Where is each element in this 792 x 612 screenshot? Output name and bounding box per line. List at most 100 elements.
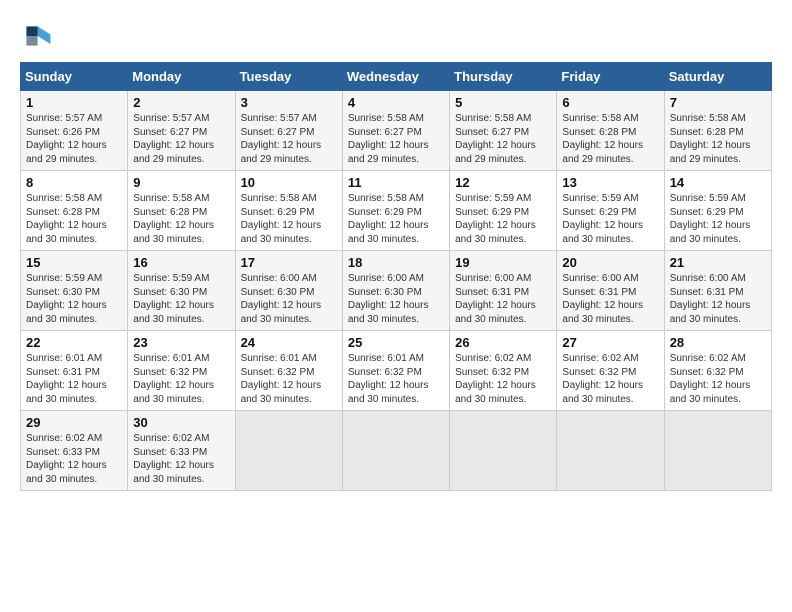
day-number: 10 <box>241 175 337 190</box>
day-info: Sunrise: 6:01 AM Sunset: 6:32 PM Dayligh… <box>133 352 229 406</box>
day-info: Sunrise: 5:57 AM Sunset: 6:27 PM Dayligh… <box>133 112 229 166</box>
header-day-wednesday: Wednesday <box>342 63 449 91</box>
calendar-table: SundayMondayTuesdayWednesdayThursdayFrid… <box>20 62 772 491</box>
day-number: 16 <box>133 255 229 270</box>
week-row-5: 29 Sunrise: 6:02 AM Sunset: 6:33 PM Dayl… <box>21 411 772 491</box>
day-info: Sunrise: 6:02 AM Sunset: 6:32 PM Dayligh… <box>455 352 551 406</box>
day-number: 4 <box>348 95 444 110</box>
day-info: Sunrise: 6:00 AM Sunset: 6:31 PM Dayligh… <box>455 272 551 326</box>
day-info: Sunrise: 5:58 AM Sunset: 6:27 PM Dayligh… <box>455 112 551 166</box>
calendar-cell <box>557 411 664 491</box>
calendar-cell: 13 Sunrise: 5:59 AM Sunset: 6:29 PM Dayl… <box>557 171 664 251</box>
calendar-cell: 19 Sunrise: 6:00 AM Sunset: 6:31 PM Dayl… <box>450 251 557 331</box>
day-number: 30 <box>133 415 229 430</box>
day-info: Sunrise: 5:58 AM Sunset: 6:29 PM Dayligh… <box>241 192 337 246</box>
calendar-cell: 9 Sunrise: 5:58 AM Sunset: 6:28 PM Dayli… <box>128 171 235 251</box>
day-number: 27 <box>562 335 658 350</box>
calendar-body: 1 Sunrise: 5:57 AM Sunset: 6:26 PM Dayli… <box>21 91 772 491</box>
calendar-cell: 21 Sunrise: 6:00 AM Sunset: 6:31 PM Dayl… <box>664 251 771 331</box>
day-number: 13 <box>562 175 658 190</box>
calendar-cell: 18 Sunrise: 6:00 AM Sunset: 6:30 PM Dayl… <box>342 251 449 331</box>
day-number: 7 <box>670 95 766 110</box>
day-number: 19 <box>455 255 551 270</box>
day-info: Sunrise: 6:02 AM Sunset: 6:33 PM Dayligh… <box>26 432 122 486</box>
calendar-cell: 11 Sunrise: 5:58 AM Sunset: 6:29 PM Dayl… <box>342 171 449 251</box>
calendar-cell: 25 Sunrise: 6:01 AM Sunset: 6:32 PM Dayl… <box>342 331 449 411</box>
calendar-cell: 27 Sunrise: 6:02 AM Sunset: 6:32 PM Dayl… <box>557 331 664 411</box>
calendar-cell: 14 Sunrise: 5:59 AM Sunset: 6:29 PM Dayl… <box>664 171 771 251</box>
calendar-cell: 22 Sunrise: 6:01 AM Sunset: 6:31 PM Dayl… <box>21 331 128 411</box>
calendar-header: SundayMondayTuesdayWednesdayThursdayFrid… <box>21 63 772 91</box>
day-number: 6 <box>562 95 658 110</box>
day-info: Sunrise: 5:59 AM Sunset: 6:29 PM Dayligh… <box>562 192 658 246</box>
day-number: 18 <box>348 255 444 270</box>
day-info: Sunrise: 5:57 AM Sunset: 6:27 PM Dayligh… <box>241 112 337 166</box>
calendar-cell: 4 Sunrise: 5:58 AM Sunset: 6:27 PM Dayli… <box>342 91 449 171</box>
logo <box>20 20 58 52</box>
week-row-1: 1 Sunrise: 5:57 AM Sunset: 6:26 PM Dayli… <box>21 91 772 171</box>
day-number: 25 <box>348 335 444 350</box>
day-info: Sunrise: 6:01 AM Sunset: 6:32 PM Dayligh… <box>348 352 444 406</box>
day-info: Sunrise: 6:02 AM Sunset: 6:33 PM Dayligh… <box>133 432 229 486</box>
day-info: Sunrise: 6:01 AM Sunset: 6:32 PM Dayligh… <box>241 352 337 406</box>
calendar-cell: 17 Sunrise: 6:00 AM Sunset: 6:30 PM Dayl… <box>235 251 342 331</box>
calendar-cell: 8 Sunrise: 5:58 AM Sunset: 6:28 PM Dayli… <box>21 171 128 251</box>
day-info: Sunrise: 5:59 AM Sunset: 6:30 PM Dayligh… <box>133 272 229 326</box>
day-info: Sunrise: 5:58 AM Sunset: 6:29 PM Dayligh… <box>348 192 444 246</box>
day-number: 26 <box>455 335 551 350</box>
day-number: 9 <box>133 175 229 190</box>
day-info: Sunrise: 5:59 AM Sunset: 6:29 PM Dayligh… <box>455 192 551 246</box>
calendar-cell: 16 Sunrise: 5:59 AM Sunset: 6:30 PM Dayl… <box>128 251 235 331</box>
day-info: Sunrise: 5:59 AM Sunset: 6:29 PM Dayligh… <box>670 192 766 246</box>
calendar-cell: 23 Sunrise: 6:01 AM Sunset: 6:32 PM Dayl… <box>128 331 235 411</box>
day-number: 29 <box>26 415 122 430</box>
day-info: Sunrise: 6:00 AM Sunset: 6:30 PM Dayligh… <box>348 272 444 326</box>
calendar-cell: 29 Sunrise: 6:02 AM Sunset: 6:33 PM Dayl… <box>21 411 128 491</box>
header-day-thursday: Thursday <box>450 63 557 91</box>
day-info: Sunrise: 5:58 AM Sunset: 6:28 PM Dayligh… <box>26 192 122 246</box>
day-number: 15 <box>26 255 122 270</box>
day-info: Sunrise: 5:58 AM Sunset: 6:27 PM Dayligh… <box>348 112 444 166</box>
day-info: Sunrise: 6:02 AM Sunset: 6:32 PM Dayligh… <box>562 352 658 406</box>
calendar-cell: 7 Sunrise: 5:58 AM Sunset: 6:28 PM Dayli… <box>664 91 771 171</box>
day-number: 11 <box>348 175 444 190</box>
calendar-cell: 26 Sunrise: 6:02 AM Sunset: 6:32 PM Dayl… <box>450 331 557 411</box>
day-info: Sunrise: 6:00 AM Sunset: 6:31 PM Dayligh… <box>562 272 658 326</box>
calendar-cell: 20 Sunrise: 6:00 AM Sunset: 6:31 PM Dayl… <box>557 251 664 331</box>
calendar-cell: 5 Sunrise: 5:58 AM Sunset: 6:27 PM Dayli… <box>450 91 557 171</box>
header <box>20 20 772 52</box>
day-info: Sunrise: 6:02 AM Sunset: 6:32 PM Dayligh… <box>670 352 766 406</box>
day-number: 5 <box>455 95 551 110</box>
day-info: Sunrise: 5:59 AM Sunset: 6:30 PM Dayligh… <box>26 272 122 326</box>
calendar-cell: 28 Sunrise: 6:02 AM Sunset: 6:32 PM Dayl… <box>664 331 771 411</box>
header-row: SundayMondayTuesdayWednesdayThursdayFrid… <box>21 63 772 91</box>
calendar-cell <box>342 411 449 491</box>
day-number: 12 <box>455 175 551 190</box>
calendar-cell <box>664 411 771 491</box>
header-day-friday: Friday <box>557 63 664 91</box>
day-info: Sunrise: 5:58 AM Sunset: 6:28 PM Dayligh… <box>562 112 658 166</box>
calendar-cell: 3 Sunrise: 5:57 AM Sunset: 6:27 PM Dayli… <box>235 91 342 171</box>
calendar-cell: 30 Sunrise: 6:02 AM Sunset: 6:33 PM Dayl… <box>128 411 235 491</box>
calendar-cell: 15 Sunrise: 5:59 AM Sunset: 6:30 PM Dayl… <box>21 251 128 331</box>
day-number: 3 <box>241 95 337 110</box>
day-number: 1 <box>26 95 122 110</box>
day-number: 14 <box>670 175 766 190</box>
day-number: 8 <box>26 175 122 190</box>
header-day-saturday: Saturday <box>664 63 771 91</box>
day-number: 17 <box>241 255 337 270</box>
day-number: 2 <box>133 95 229 110</box>
calendar-cell: 12 Sunrise: 5:59 AM Sunset: 6:29 PM Dayl… <box>450 171 557 251</box>
calendar-cell: 2 Sunrise: 5:57 AM Sunset: 6:27 PM Dayli… <box>128 91 235 171</box>
day-info: Sunrise: 5:58 AM Sunset: 6:28 PM Dayligh… <box>670 112 766 166</box>
day-info: Sunrise: 5:58 AM Sunset: 6:28 PM Dayligh… <box>133 192 229 246</box>
day-info: Sunrise: 6:01 AM Sunset: 6:31 PM Dayligh… <box>26 352 122 406</box>
day-number: 22 <box>26 335 122 350</box>
calendar-cell: 10 Sunrise: 5:58 AM Sunset: 6:29 PM Dayl… <box>235 171 342 251</box>
calendar-cell <box>450 411 557 491</box>
day-number: 24 <box>241 335 337 350</box>
week-row-3: 15 Sunrise: 5:59 AM Sunset: 6:30 PM Dayl… <box>21 251 772 331</box>
week-row-2: 8 Sunrise: 5:58 AM Sunset: 6:28 PM Dayli… <box>21 171 772 251</box>
calendar-cell: 6 Sunrise: 5:58 AM Sunset: 6:28 PM Dayli… <box>557 91 664 171</box>
day-info: Sunrise: 6:00 AM Sunset: 6:30 PM Dayligh… <box>241 272 337 326</box>
